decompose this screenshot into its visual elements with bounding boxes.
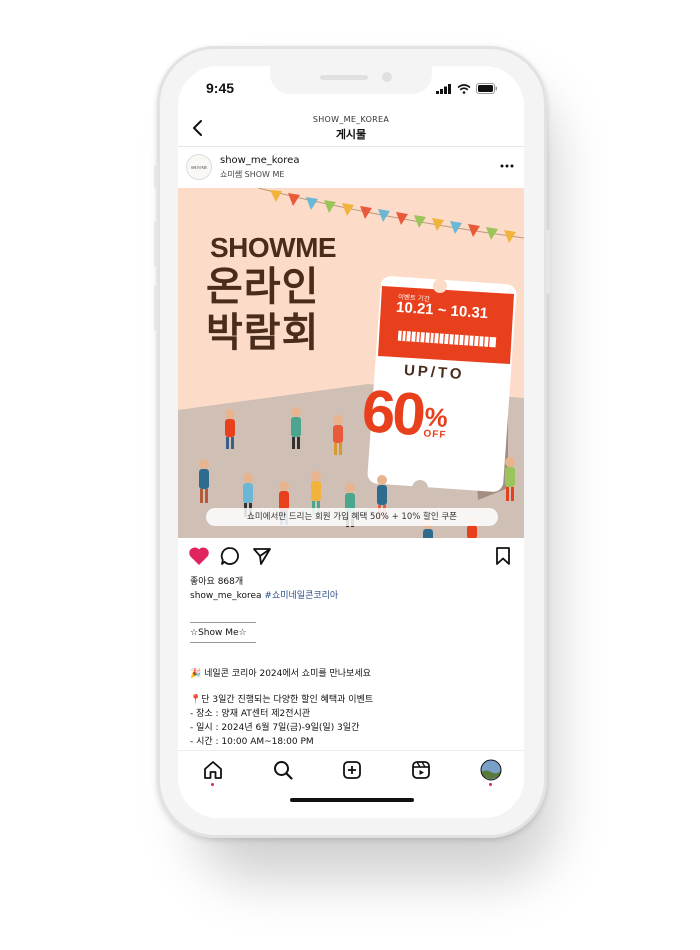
- status-icons: [436, 83, 498, 94]
- add-icon[interactable]: [341, 759, 363, 781]
- header-account: SHOW_ME_KOREA: [312, 115, 390, 124]
- ticket-percent: %: [423, 401, 449, 433]
- bookmark-icon[interactable]: [494, 546, 512, 566]
- header-title: 게시물: [335, 128, 367, 141]
- profile-avatar[interactable]: [480, 759, 502, 781]
- caption-username[interactable]: show_me_korea: [190, 591, 262, 601]
- caption-line-3: - 장소 : 양재 AT센터 제2전시관: [190, 709, 311, 719]
- more-dots-icon[interactable]: [500, 164, 514, 168]
- phone-screen: 9:45 SHOW_ME_KOREA 게시물 SHOWME show_me_ko…: [178, 66, 524, 818]
- side-button-volume-down: [154, 286, 158, 330]
- banner-title: 온라인 박람회: [206, 264, 319, 356]
- side-button-volume-up: [154, 222, 158, 266]
- heart-icon[interactable]: [188, 546, 210, 566]
- ticket-percent-group: % OFF: [423, 401, 449, 441]
- status-bar: 9:45: [178, 80, 524, 100]
- caption-line-2: 📍단 3일간 진행되는 다양한 할인 혜택과 이벤트: [190, 695, 374, 705]
- ticket-discount-number: 60: [359, 377, 426, 449]
- banner-title-line2: 박람회: [206, 310, 320, 356]
- caption-box-top: [190, 622, 256, 623]
- banner-title-line1: 온라인: [206, 264, 320, 310]
- status-time: 9:45: [206, 80, 235, 96]
- caption-line-1: 🎉 네일콘 코리아 2024에서 쇼미를 만나보세요: [190, 669, 371, 679]
- bottom-tab-bar: [178, 750, 524, 786]
- signal-icon: [436, 83, 451, 94]
- search-icon[interactable]: [272, 759, 294, 781]
- post-banner-image[interactable]: SHOWME 온라인 박람회 이벤트 기간 10.21 ~ 10.31 UP/T…: [178, 188, 524, 538]
- post-author: SHOWME show_me_korea 쇼미쌤 SHOW ME: [178, 152, 524, 188]
- post-actions: [178, 544, 524, 568]
- wifi-icon: [457, 83, 471, 94]
- ticket-off: OFF: [423, 428, 447, 441]
- home-indicator[interactable]: [290, 798, 414, 802]
- battery-icon: [476, 83, 497, 94]
- caption-box-bottom: [190, 642, 256, 643]
- caption-line-5: - 시간 : 10:00 AM~18:00 PM: [190, 737, 314, 747]
- caption-header: show_me_korea #쇼미네일콘코리아: [190, 588, 338, 601]
- send-icon[interactable]: [252, 546, 272, 566]
- header-divider: [178, 146, 524, 147]
- banner-benefit-pill: 쇼미에서만 드리는 회원 가입 혜택 50% + 10% 할인 쿠폰: [206, 508, 498, 526]
- like-count[interactable]: 좋아요 868개: [190, 574, 243, 587]
- caption-box-text: ☆Show Me☆: [190, 628, 247, 638]
- post-username[interactable]: show_me_korea: [220, 155, 299, 166]
- post-subname: 쇼미쌤 SHOW ME: [220, 170, 285, 179]
- side-button-power: [546, 230, 550, 294]
- caption-hashtag[interactable]: #쇼미네일콘코리아: [264, 591, 338, 601]
- comment-icon[interactable]: [220, 546, 240, 566]
- caption-line-4: - 일시 : 2024년 6월 7일(금)-9일(일) 3일간: [190, 723, 360, 733]
- banner-brand: SHOWME: [210, 232, 337, 263]
- reels-icon[interactable]: [410, 759, 432, 781]
- home-icon[interactable]: [202, 759, 224, 781]
- post-header-bar: SHOW_ME_KOREA 게시물: [178, 112, 524, 146]
- ticket-discount: 60 % OFF: [359, 377, 450, 449]
- side-button-mute: [154, 166, 158, 188]
- avatar[interactable]: SHOWME: [186, 154, 212, 180]
- home-notification-dot: [211, 783, 214, 786]
- profile-notification-dot: [489, 783, 492, 786]
